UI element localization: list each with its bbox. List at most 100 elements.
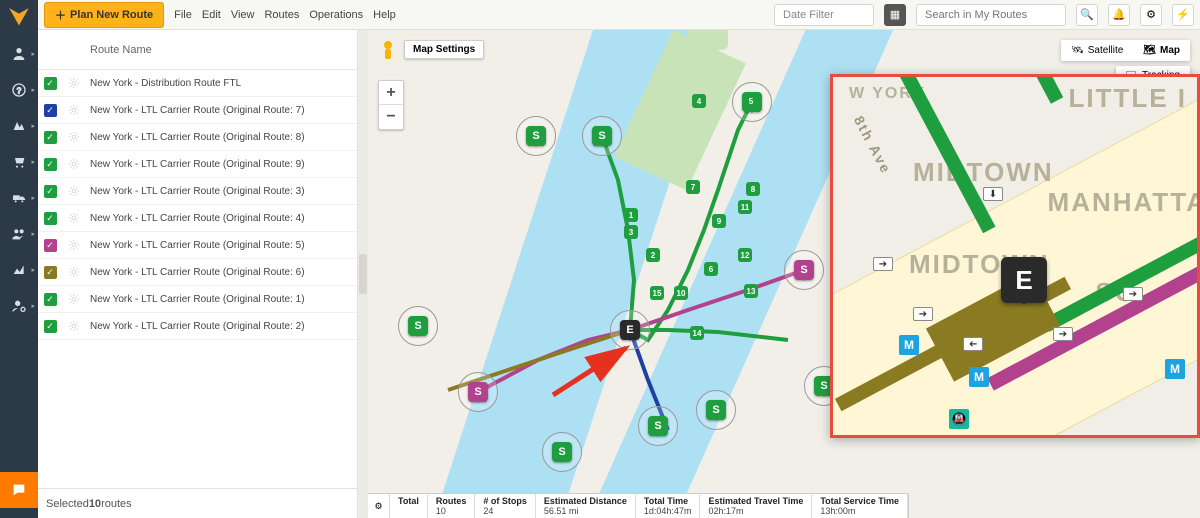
route-gear-button[interactable] — [62, 104, 86, 116]
stop-marker[interactable]: 15 — [650, 286, 664, 300]
stop-marker[interactable]: 12 — [738, 248, 752, 262]
start-marker[interactable]: S — [458, 372, 498, 412]
start-marker[interactable]: S — [696, 390, 736, 430]
route-checkbox[interactable]: ✓ — [44, 239, 57, 252]
route-row[interactable]: ✓ New York - LTL Carrier Route (Original… — [38, 97, 357, 124]
route-name: New York - LTL Carrier Route (Original R… — [86, 186, 357, 197]
sidebar-nav-admin[interactable]: ▸ — [0, 288, 38, 324]
start-marker[interactable]: S — [582, 116, 622, 156]
route-gear-button[interactable] — [62, 239, 86, 251]
stop-marker[interactable]: 1 — [624, 208, 638, 222]
splitter-handle[interactable] — [359, 254, 367, 294]
zoom-out-button[interactable]: − — [379, 105, 403, 129]
stats-val-travel-time: 02h:17m — [708, 506, 803, 516]
stop-marker[interactable]: 6 — [704, 262, 718, 276]
sidebar-nav-help[interactable]: ?▸ — [0, 72, 38, 108]
stats-col-routes: Routes — [436, 496, 467, 506]
stats-val-stops: 24 — [483, 506, 527, 516]
route-checkbox[interactable]: ✓ — [44, 212, 57, 225]
stop-marker[interactable]: 3 — [624, 225, 638, 239]
menu-view[interactable]: View — [231, 9, 255, 21]
stop-marker[interactable]: 5 — [744, 94, 758, 108]
route-list[interactable]: ✓ New York - Distribution Route FTL✓ New… — [38, 70, 357, 488]
bolt-button[interactable]: ⚡ — [1172, 4, 1194, 26]
route-row[interactable]: ✓ New York - LTL Carrier Route (Original… — [38, 232, 357, 259]
sidebar-nav-3[interactable]: ▸ — [0, 108, 38, 144]
menu-file[interactable]: File — [174, 9, 192, 21]
sidebar-nav-cart[interactable]: ▸ — [0, 144, 38, 180]
route-gear-button[interactable] — [62, 320, 86, 332]
map-settings-button[interactable]: Map Settings — [404, 40, 484, 59]
menu-routes[interactable]: Routes — [264, 9, 299, 21]
menu-operations[interactable]: Operations — [309, 9, 363, 21]
route-checkbox[interactable]: ✓ — [44, 158, 57, 171]
stop-marker[interactable]: 8 — [746, 182, 760, 196]
stop-marker[interactable]: 10 — [674, 286, 688, 300]
route-row[interactable]: ✓ New York - LTL Carrier Route (Original… — [38, 151, 357, 178]
route-gear-button[interactable] — [62, 266, 86, 278]
route-gear-button[interactable] — [62, 293, 86, 305]
menu-edit[interactable]: Edit — [202, 9, 221, 21]
map-type-satellite[interactable]: 🛰 Satellite — [1061, 40, 1133, 61]
stop-marker[interactable]: 9 — [712, 214, 726, 228]
panel-splitter[interactable] — [358, 30, 368, 518]
footer-count: 10 — [89, 498, 101, 510]
satellite-label: Satellite — [1088, 45, 1124, 56]
route-row[interactable]: ✓ New York - Distribution Route FTL — [38, 70, 357, 97]
zoom-in-button[interactable]: + — [379, 81, 403, 105]
notifications-button[interactable]: 🔔 — [1108, 4, 1130, 26]
inset-label-midtown1: MIDTOWN — [913, 157, 1054, 188]
start-marker[interactable]: S — [398, 306, 438, 346]
chat-button[interactable] — [0, 472, 38, 508]
route-checkbox[interactable]: ✓ — [44, 266, 57, 279]
route-checkbox[interactable]: ✓ — [44, 320, 57, 333]
route-row[interactable]: ✓ New York - LTL Carrier Route (Original… — [38, 286, 357, 313]
route-name: New York - LTL Carrier Route (Original R… — [86, 213, 357, 224]
route-row[interactable]: ✓ New York - LTL Carrier Route (Original… — [38, 205, 357, 232]
plan-new-route-label: Plan New Route — [70, 9, 153, 21]
sidebar-nav-1[interactable]: ▸ — [0, 36, 38, 72]
map-type-map[interactable]: 🗺Map — [1133, 40, 1190, 61]
route-row[interactable]: ✓ New York - LTL Carrier Route (Original… — [38, 124, 357, 151]
stop-marker[interactable]: 13 — [744, 284, 758, 298]
start-marker[interactable]: S — [638, 406, 678, 446]
metro-icon-3: 🚇 — [949, 409, 969, 429]
route-gear-button[interactable] — [62, 158, 86, 170]
satellite-icon: 🛰 — [1071, 45, 1084, 56]
search-icon: 🔍 — [1080, 8, 1094, 21]
route-checkbox[interactable]: ✓ — [44, 77, 57, 90]
sidebar-nav-analytics[interactable]: ▸ — [0, 252, 38, 288]
stats-gear-button[interactable]: ⚙ — [368, 494, 390, 518]
start-marker[interactable]: S — [542, 432, 582, 472]
route-row[interactable]: ✓ New York - LTL Carrier Route (Original… — [38, 313, 357, 340]
stop-marker[interactable]: 11 — [738, 200, 752, 214]
route-gear-button[interactable] — [62, 77, 86, 89]
stats-col-dist: Estimated Distance — [544, 496, 627, 506]
start-marker[interactable]: S — [516, 116, 556, 156]
date-filter-select[interactable]: Date Filter — [774, 4, 874, 26]
route-row[interactable]: ✓ New York - LTL Carrier Route (Original… — [38, 259, 357, 286]
route-checkbox[interactable]: ✓ — [44, 293, 57, 306]
search-button[interactable]: 🔍 — [1076, 4, 1098, 26]
calendar-button[interactable]: ▦ — [884, 4, 906, 26]
route-row[interactable]: ✓ New York - LTL Carrier Route (Original… — [38, 178, 357, 205]
route-checkbox[interactable]: ✓ — [44, 104, 57, 117]
stop-marker[interactable]: 2 — [646, 248, 660, 262]
sidebar-nav-truck[interactable]: ▸ — [0, 180, 38, 216]
plan-new-route-button[interactable]: ＋Plan New Route — [44, 2, 164, 28]
stop-marker[interactable]: 14 — [690, 326, 704, 340]
search-input[interactable] — [916, 4, 1066, 26]
settings-button[interactable]: ⚙ — [1140, 4, 1162, 26]
stats-col-service-time: Total Service Time — [820, 496, 899, 506]
start-marker[interactable]: S — [784, 250, 824, 290]
pegman-icon[interactable] — [378, 40, 398, 62]
stop-marker[interactable]: 4 — [692, 94, 706, 108]
route-checkbox[interactable]: ✓ — [44, 131, 57, 144]
stop-marker[interactable]: 7 — [686, 180, 700, 194]
route-gear-button[interactable] — [62, 185, 86, 197]
menu-help[interactable]: Help — [373, 9, 396, 21]
route-checkbox[interactable]: ✓ — [44, 185, 57, 198]
sidebar-nav-team[interactable]: ▸ — [0, 216, 38, 252]
route-gear-button[interactable] — [62, 131, 86, 143]
route-gear-button[interactable] — [62, 212, 86, 224]
